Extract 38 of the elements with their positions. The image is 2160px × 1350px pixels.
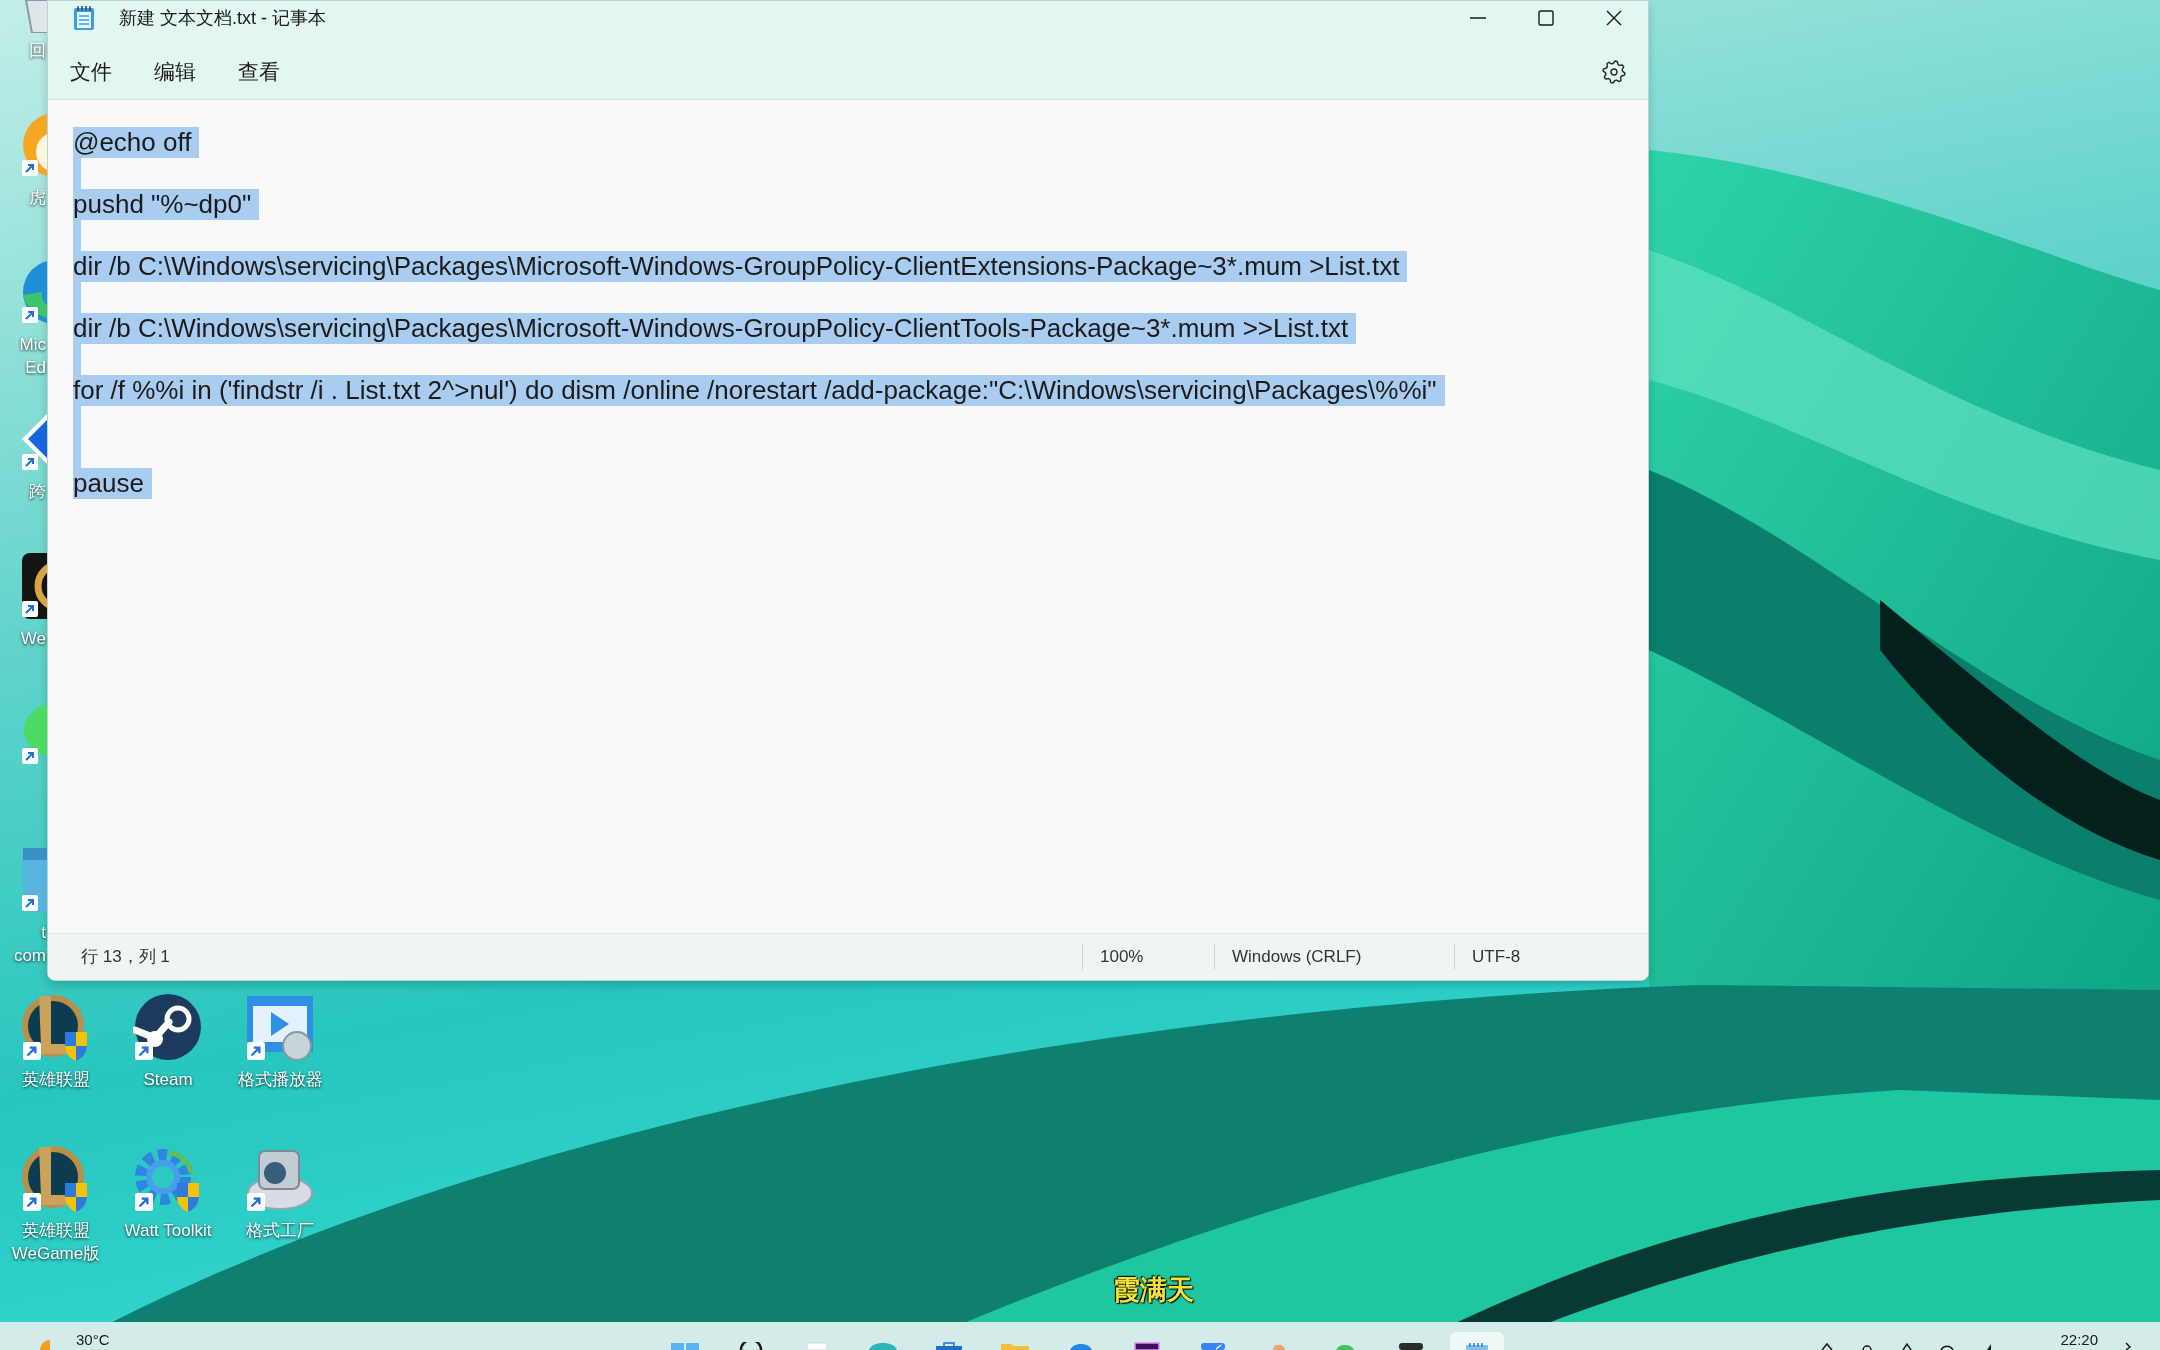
tray-icon[interactable] (1860, 1342, 1875, 1350)
line-ending: Windows (CRLF) (1214, 944, 1454, 970)
folder-icon (998, 1342, 1032, 1350)
icon-label: Watt Toolkit (123, 1220, 213, 1242)
minimize-icon (1470, 17, 1486, 19)
icon-label: We (20, 628, 47, 650)
close-icon (1606, 10, 1622, 26)
tray-icon[interactable] (1900, 1342, 1915, 1350)
icon-label: 格式播放器 (236, 1069, 324, 1091)
icon-label: 虎 (29, 187, 47, 209)
clock-text[interactable]: 22:20 (2060, 1330, 2098, 1350)
menu-item[interactable]: 编辑 (138, 50, 212, 94)
menu-item[interactable]: 文件 (54, 50, 128, 94)
window-title: 新建 文本文档.txt - 记事本 (119, 6, 326, 30)
settings-icon (1602, 60, 1626, 84)
start-icon (668, 1342, 702, 1350)
maximize-icon (1538, 10, 1554, 26)
weather-text[interactable]: 30°C (76, 1330, 110, 1350)
icon-label: Steam (142, 1069, 194, 1091)
chevron-right-icon[interactable] (2124, 1342, 2132, 1350)
encoding: UTF-8 (1454, 944, 1648, 970)
menu-item[interactable]: 查看 (222, 50, 296, 94)
steam-icon[interactable] (133, 992, 203, 1062)
chevron-up-icon[interactable] (1820, 1342, 1835, 1350)
round-app-icon (866, 1342, 900, 1350)
icon-label: com (13, 945, 47, 967)
notepad-icon (73, 5, 95, 31)
icon-label: Ed (25, 357, 47, 379)
icon-label: 英雄联盟WeGame版 (10, 1220, 102, 1265)
icon-label: 回 (29, 40, 47, 62)
cursor-position: 行 13，列 1 (80, 946, 171, 969)
icon-label: 格式工厂 (245, 1220, 315, 1242)
icon-label: t (41, 922, 47, 944)
subtitle-text: 霞满天 (1113, 1274, 1194, 1307)
icon-label: Mic (19, 334, 47, 356)
icon-label: 跨 (29, 481, 47, 503)
icon-label: 英雄联盟 (21, 1069, 91, 1091)
zoom-level: 100% (1082, 944, 1214, 970)
